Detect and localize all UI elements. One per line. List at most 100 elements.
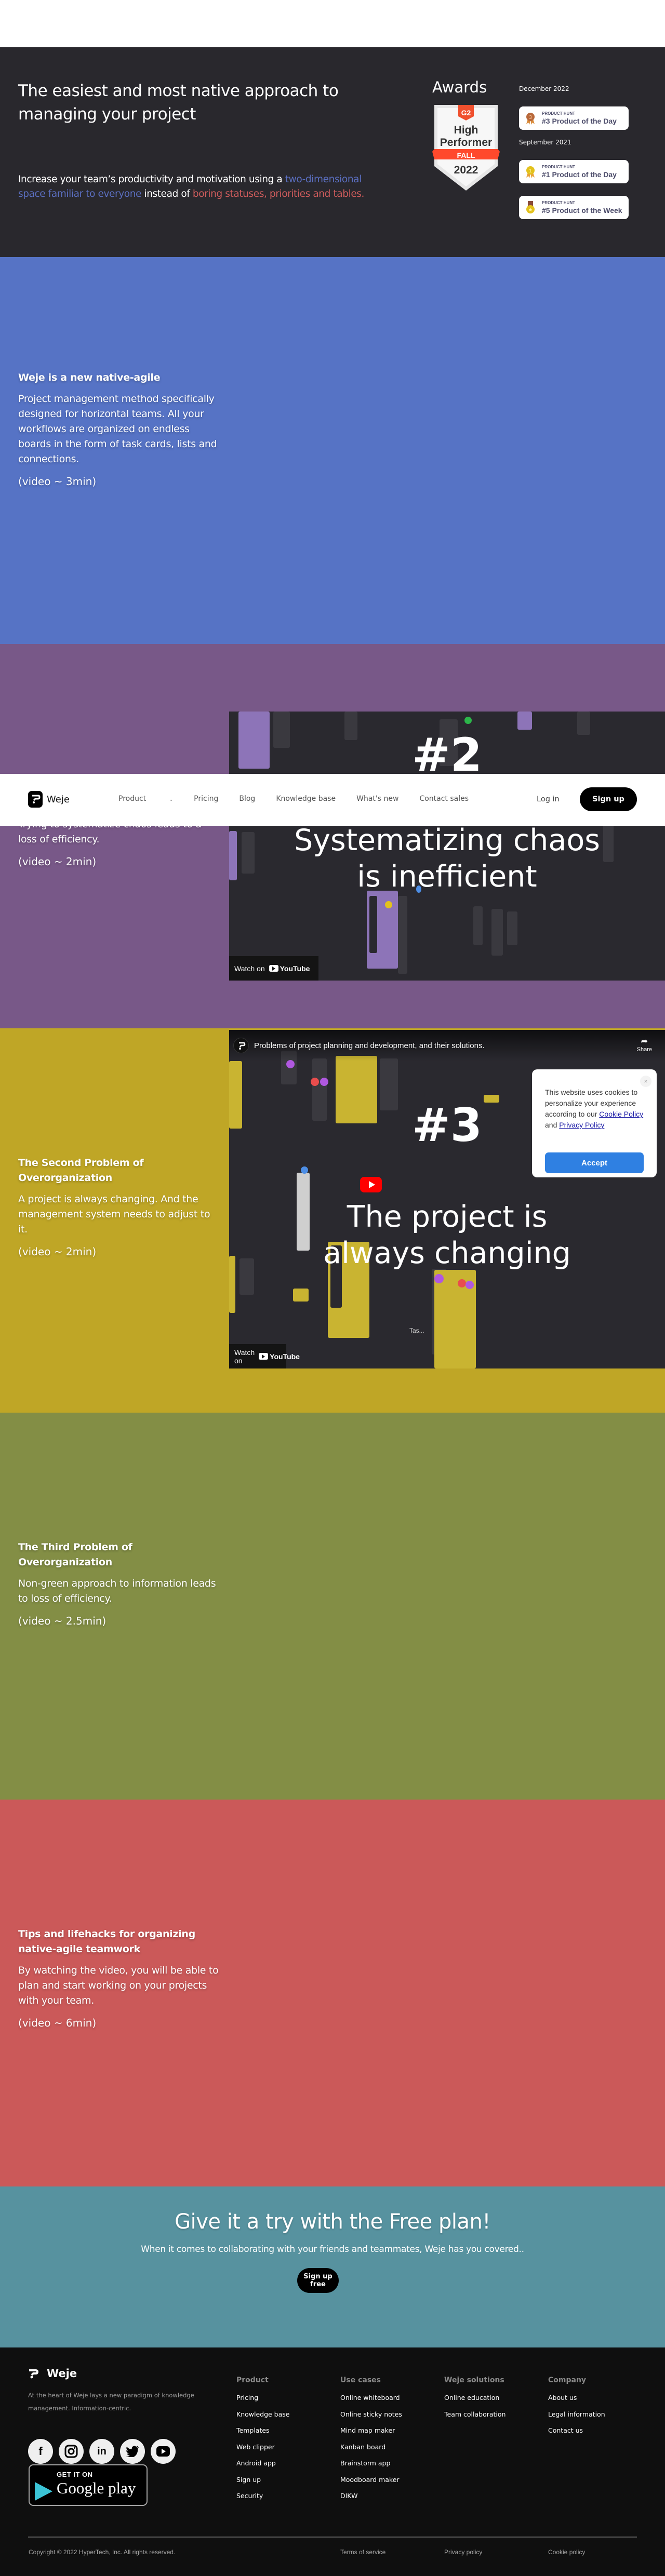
- video-title[interactable]: Problems of project planning and develop…: [254, 1041, 485, 1050]
- share-label: Share: [636, 1046, 652, 1053]
- nav-links: Product ⌄ Pricing Blog Knowledge base Wh…: [118, 795, 489, 803]
- cta-subtitle: When it comes to collaborating with your…: [141, 2244, 524, 2255]
- youtube-label: YouTube: [280, 964, 310, 973]
- nav-link-whats-new[interactable]: What's new: [356, 795, 398, 803]
- footer-link[interactable]: Moodboard maker: [340, 2476, 402, 2484]
- footer-brand-name: Weje: [47, 2367, 77, 2380]
- video-caption: The project is always changing: [229, 1199, 665, 1271]
- section-text: Weje is a new native-agile Project manag…: [18, 370, 221, 489]
- facebook-icon[interactable]: f: [28, 2439, 53, 2464]
- nav-link-contact-sales[interactable]: Contact sales: [419, 795, 469, 803]
- video-duration: (video ~ 2min): [18, 855, 97, 868]
- nav-link-knowledge-base[interactable]: Knowledge base: [276, 795, 336, 803]
- footer-link[interactable]: Contact us: [548, 2426, 605, 2434]
- video-chapter-number: #2: [412, 728, 482, 782]
- section-native-agile: Weje is a new native-agile Project manag…: [0, 257, 665, 644]
- award-card[interactable]: 3 PRODUCT HUNT #3 Product of the Day: [519, 106, 629, 130]
- footer-column-company: Company About us Legal information Conta…: [548, 2376, 605, 2443]
- cookie-policy-footer-link[interactable]: Cookie policy: [548, 2548, 585, 2556]
- hero-section: The easiest and most native approach to …: [0, 47, 665, 257]
- footer-link[interactable]: About us: [548, 2394, 605, 2401]
- footer-link[interactable]: Mind map maker: [340, 2426, 402, 2434]
- award-card[interactable]: 1 PRODUCT HUNT #1 Product of the Day: [519, 160, 629, 183]
- twitter-icon[interactable]: [120, 2439, 145, 2464]
- cookie-policy-link[interactable]: Cookie Policy: [599, 1110, 643, 1118]
- footer-link[interactable]: Team collaboration: [444, 2410, 506, 2418]
- chevron-down-icon: ⌄: [169, 797, 174, 802]
- svg-text:★: ★: [528, 207, 533, 213]
- video-duration: (video ~ 2min): [18, 1245, 97, 1258]
- channel-avatar-icon[interactable]: [233, 1038, 249, 1053]
- award-title: #3 Product of the Day: [542, 117, 617, 125]
- footer-column-product: Product Pricing Knowledge base Templates…: [236, 2376, 289, 2508]
- google-play-button[interactable]: GET IT ON Google play: [29, 2464, 148, 2506]
- share-button[interactable]: ➦ Share: [637, 1036, 652, 1053]
- footer-link[interactable]: Online education: [444, 2394, 506, 2401]
- footer-link[interactable]: Web clipper: [236, 2443, 289, 2451]
- youtube-title-bar: Problems of project planning and develop…: [229, 1030, 665, 1061]
- section-tips: Tips and lifehacks for organizing native…: [0, 1800, 665, 2186]
- footer-divider: [28, 2537, 637, 2538]
- award-date: December 2022: [519, 85, 569, 92]
- linkedin-icon[interactable]: in: [89, 2439, 114, 2464]
- caption-line: Systematizing chaos: [294, 823, 600, 857]
- awards-title: Awards: [432, 78, 487, 96]
- nav-link-pricing[interactable]: Pricing: [194, 795, 218, 803]
- badge-line1: High: [454, 124, 478, 136]
- privacy-policy-footer-link[interactable]: Privacy policy: [444, 2548, 482, 2556]
- section-problem-three: The Third Problem of Overorganization No…: [0, 1413, 665, 1800]
- play-button[interactable]: [360, 1177, 382, 1192]
- youtube-icon[interactable]: [151, 2439, 176, 2464]
- footer-link[interactable]: Templates: [236, 2426, 289, 2434]
- youtube-logo-icon: YouTube: [269, 964, 310, 973]
- footer-link[interactable]: Brainstorm app: [340, 2459, 402, 2467]
- footer-link[interactable]: Online sticky notes: [340, 2410, 402, 2418]
- cookie-message: This website uses cookies to personalize…: [545, 1087, 644, 1131]
- footer-link[interactable]: Security: [236, 2492, 289, 2500]
- footer-link[interactable]: Legal information: [548, 2410, 605, 2418]
- watch-on-label: Watch on: [234, 964, 265, 973]
- privacy-policy-link[interactable]: Privacy Policy: [559, 1121, 604, 1129]
- hero-subtitle: Increase your team’s productivity and mo…: [18, 172, 371, 202]
- cookie-consent-popup: × This website uses cookies to personali…: [532, 1069, 657, 1177]
- login-link[interactable]: Log in: [537, 795, 560, 803]
- section-body: A project is always changing. And the ma…: [18, 1193, 210, 1235]
- share-arrow-icon: ➦: [641, 1037, 648, 1046]
- close-icon[interactable]: ×: [640, 1076, 651, 1087]
- footer-description: At the heart of Weje lays a new paradigm…: [28, 2392, 194, 2412]
- watch-on-youtube-button[interactable]: Watch on YouTube: [229, 1344, 300, 1369]
- footer-link[interactable]: Sign up: [236, 2476, 289, 2484]
- g2-logo-text: G2: [461, 109, 471, 117]
- weje-logo-icon: [29, 2369, 39, 2379]
- award-card[interactable]: ★ PRODUCT HUNT #5 Product of the Week: [519, 196, 629, 219]
- footer-link[interactable]: Android app: [236, 2459, 289, 2467]
- badge-year: 2022: [454, 164, 478, 176]
- instagram-icon[interactable]: [59, 2439, 84, 2464]
- nav-link-blog[interactable]: Blog: [239, 795, 255, 803]
- signup-free-button[interactable]: Sign up free: [297, 2268, 339, 2293]
- brand-logo[interactable]: Weje: [28, 791, 70, 808]
- footer-link[interactable]: DIKW: [340, 2492, 402, 2500]
- subtitle-text: instead of: [141, 189, 193, 199]
- badge-season: FALL: [457, 151, 475, 159]
- nav-link-product[interactable]: Product ⌄: [118, 795, 173, 803]
- footer-link[interactable]: Pricing: [236, 2394, 289, 2401]
- footer-logo[interactable]: Weje: [28, 2367, 77, 2380]
- accept-cookies-button[interactable]: Accept: [545, 1152, 644, 1173]
- footer-link[interactable]: Kanban board: [340, 2443, 402, 2451]
- video-caption: Systematizing chaos is inefficient: [229, 822, 665, 895]
- award-date: September 2021: [519, 139, 571, 146]
- social-links: f in: [28, 2439, 176, 2464]
- google-play-icon: [35, 2482, 52, 2501]
- footer-column-title: Product: [236, 2376, 269, 2384]
- gplay-main-label: Google play: [57, 2479, 136, 2497]
- footer-link[interactable]: Knowledge base: [236, 2410, 289, 2418]
- video-player[interactable]: #2 Systematizing chaos is inefficient Wat…: [229, 712, 665, 981]
- footer-link[interactable]: Online whiteboard: [340, 2394, 402, 2401]
- footer-column-title: Company: [548, 2376, 587, 2384]
- signup-button[interactable]: Sign up: [580, 787, 637, 811]
- section-heading: The Second Problem of Overorganization: [18, 1157, 144, 1184]
- caption-line: The project is: [347, 1200, 548, 1234]
- watch-on-youtube-button[interactable]: Watch on YouTube: [229, 956, 318, 981]
- terms-of-service-link[interactable]: Terms of service: [340, 2548, 385, 2556]
